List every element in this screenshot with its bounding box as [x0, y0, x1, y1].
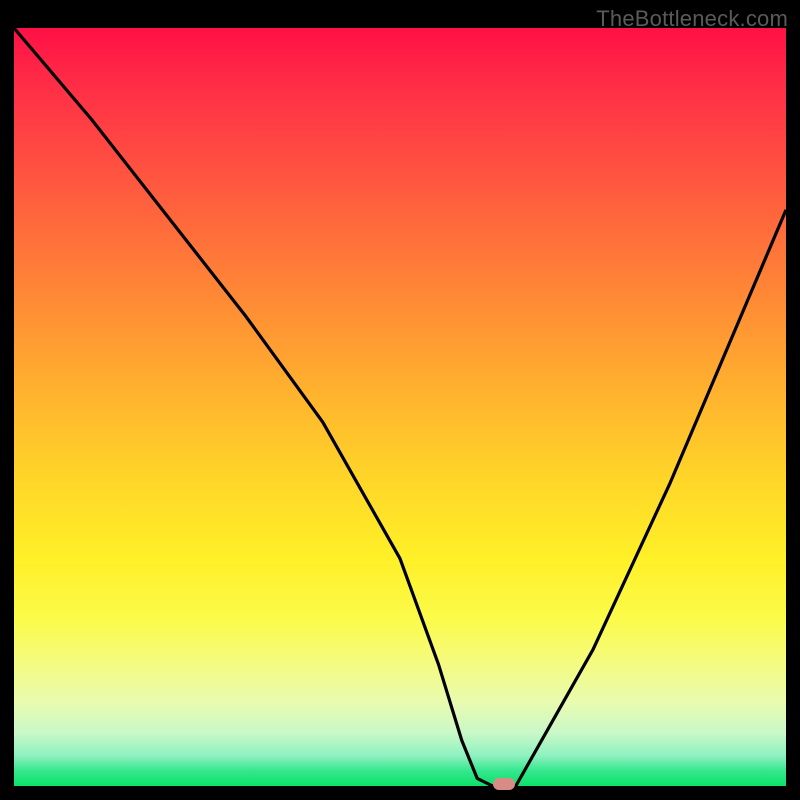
chart-line-svg: [14, 28, 786, 786]
chart-marker: [493, 778, 515, 790]
chart-line-path: [14, 28, 786, 786]
watermark-text: TheBottleneck.com: [596, 6, 788, 32]
chart-plot-area: [14, 28, 786, 786]
